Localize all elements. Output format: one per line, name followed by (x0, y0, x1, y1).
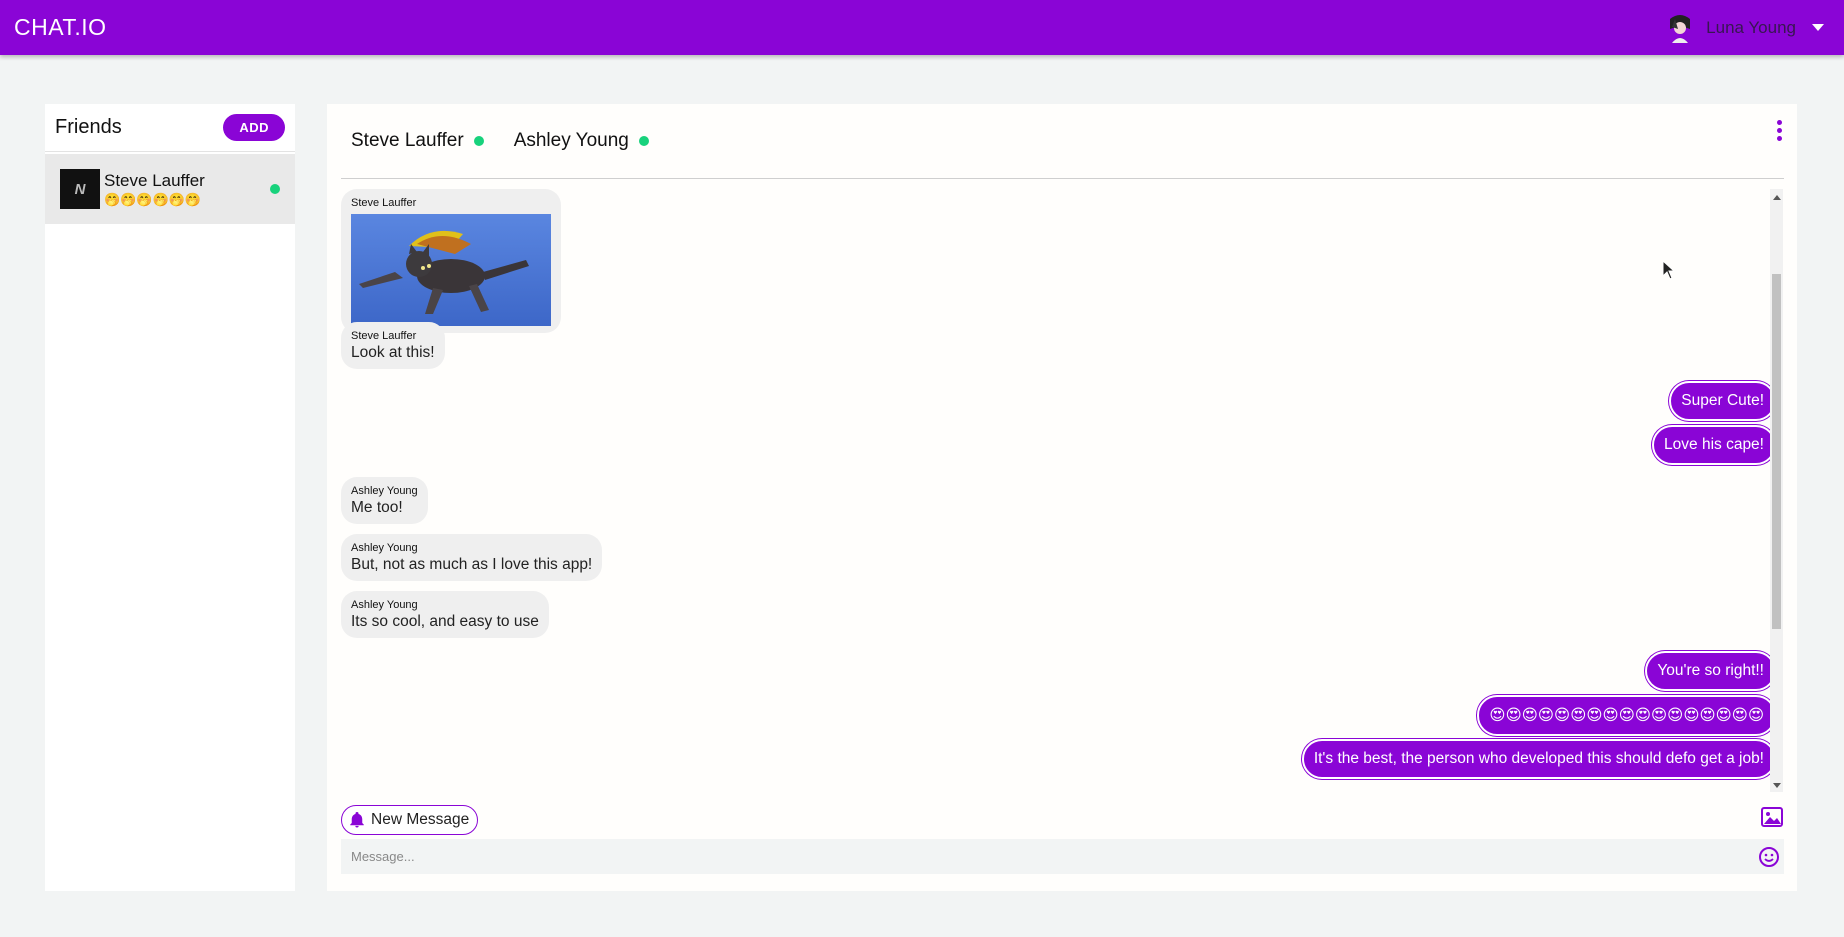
friend-avatar: N (60, 169, 100, 209)
friend-item[interactable]: N Steve Lauffer 🤭🤭🤭🤭🤭🤭 (45, 154, 295, 224)
message-incoming: Ashley Young Me too! (341, 477, 428, 524)
online-indicator (270, 184, 280, 194)
message-sender: Ashley Young (351, 485, 418, 497)
message-sender: Steve Lauffer (351, 197, 417, 209)
message-incoming: Ashley Young But, not as much as I love … (341, 534, 603, 581)
message-sender: Ashley Young (351, 599, 418, 611)
top-app-bar: CHAT.IO Luna Young (0, 0, 1844, 55)
add-friend-button[interactable]: ADD (223, 114, 285, 141)
message-outgoing: Love his cape! (1652, 425, 1776, 465)
message-input[interactable] (341, 839, 1731, 874)
participant-ashley[interactable]: Ashley Young (514, 130, 649, 152)
online-indicator (473, 136, 484, 146)
message-outgoing: Super Cute! (1669, 381, 1776, 421)
cat-photo[interactable] (351, 214, 551, 326)
participant-name: Ashley Young (513, 130, 629, 151)
user-name: Luna Young (1706, 17, 1796, 37)
user-menu[interactable]: Luna Young (1666, 12, 1824, 43)
message-text: Me too! (351, 499, 403, 516)
friends-panel: Friends ADD N Steve Lauffer 🤭🤭🤭🤭🤭🤭 (45, 104, 295, 891)
message-outgoing: You're so right!! (1645, 651, 1776, 691)
message-sender: Steve Lauffer (351, 330, 417, 342)
chat-panel: Steve Lauffer Ashley Young Steve Lauffer (327, 104, 1797, 891)
kebab-menu-icon[interactable] (1777, 120, 1783, 141)
bell-icon (350, 811, 364, 828)
participant-name: Steve Lauffer (351, 130, 464, 151)
scrollbar-thumb[interactable] (1772, 274, 1781, 629)
new-message-label: New Message (371, 811, 470, 828)
message-text: Its so cool, and easy to use (351, 613, 539, 630)
new-message-button[interactable]: New Message (341, 805, 479, 835)
chevron-down-icon[interactable] (1812, 24, 1824, 31)
scroll-up-arrow-icon[interactable] (1773, 195, 1781, 200)
friend-info: Steve Lauffer 🤭🤭🤭🤭🤭🤭 (104, 171, 205, 208)
user-avatar (1666, 12, 1695, 43)
message-outgoing: It's the best, the person who developed … (1301, 739, 1776, 779)
participant-steve[interactable]: Steve Lauffer (351, 130, 484, 152)
message-outgoing: 😍😍😍😍😍😍😍😍😍😍😍😍😍😍😍😍😍 (1477, 695, 1776, 736)
online-indicator (638, 136, 649, 146)
message-incoming: Steve Lauffer Look at this! (341, 322, 445, 369)
message-text: But, not as much as I love this app! (351, 556, 593, 573)
message-text: Look at this! (351, 344, 435, 361)
app-brand[interactable]: CHAT.IO (14, 14, 107, 41)
compose-bar (341, 839, 1784, 874)
message-incoming: Ashley Young Its so cool, and easy to us… (341, 591, 549, 638)
friends-header: Friends ADD (45, 104, 295, 152)
friends-title: Friends (55, 116, 122, 138)
scroll-down-arrow-icon[interactable] (1773, 783, 1781, 788)
mouse-pointer-icon (1662, 260, 1676, 280)
chat-header: Steve Lauffer Ashley Young (341, 104, 1784, 179)
message-incoming: Steve Lauffer (341, 189, 561, 333)
message-sender: Ashley Young (351, 542, 418, 554)
friend-status-text: 🤭🤭🤭🤭🤭🤭 (104, 191, 202, 207)
image-icon[interactable] (1761, 807, 1783, 827)
message-scrollbar[interactable] (1770, 189, 1783, 792)
smile-icon[interactable] (1758, 846, 1780, 868)
message-list: Steve Lauffer Steve Lauffer Look at this… (341, 189, 1784, 792)
friend-name: Steve Lauffer (104, 170, 205, 190)
